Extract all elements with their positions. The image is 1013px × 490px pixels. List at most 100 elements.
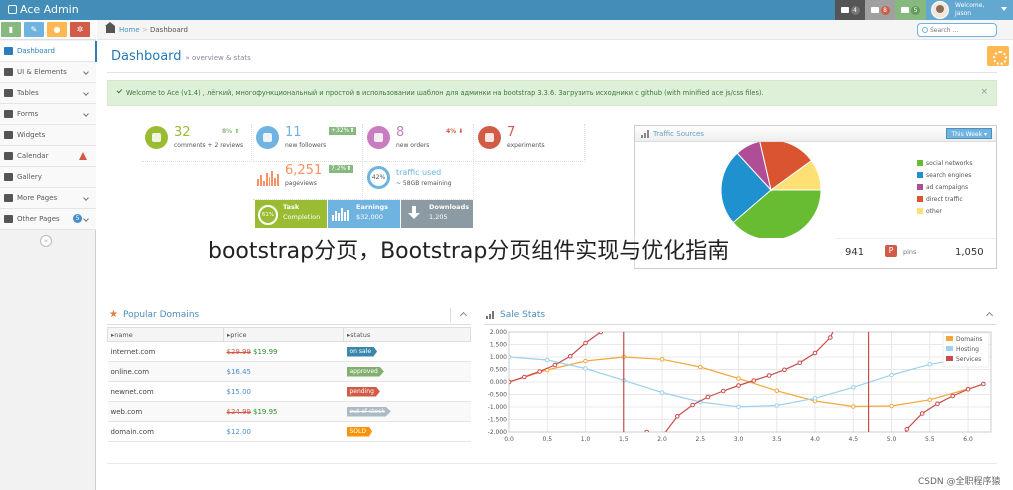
sidebar-item-more-pages[interactable]: More Pages: [0, 188, 96, 209]
sidebar-item-tables[interactable]: Tables: [0, 83, 96, 104]
data-point-domains[interactable]: [659, 356, 665, 362]
data-point-hosting[interactable]: [850, 384, 856, 390]
data-point-domains[interactable]: [736, 376, 741, 381]
data-point-services[interactable]: [782, 367, 787, 373]
widget-title: Popular Domains: [123, 310, 200, 320]
data-point-services[interactable]: [552, 362, 558, 368]
data-point-services[interactable]: [904, 426, 910, 432]
x-tick-label: 4.5: [849, 436, 859, 443]
column-header-price[interactable]: ▸price: [223, 327, 344, 342]
data-point-services[interactable]: [567, 353, 573, 359]
sale-stats-chart: 2.000 1.500 1.000 0.500 0.000 -0.500 -1.000 -1.…: [488, 329, 992, 443]
data-point-services[interactable]: [583, 340, 588, 346]
data-point-domains[interactable]: [889, 403, 894, 409]
price: $19.95: [253, 407, 278, 416]
page-subtitle: » overview & stats: [185, 54, 251, 62]
domain-price: $12.00: [223, 421, 344, 442]
data-point-domains[interactable]: [697, 364, 703, 370]
infobox-value: traffic used: [396, 168, 442, 177]
chevron-up-icon[interactable]: [459, 311, 468, 320]
data-point-hosting[interactable]: [583, 366, 588, 371]
x-tick-label: 6.0: [963, 436, 973, 443]
data-point-services[interactable]: [598, 330, 604, 335]
infobox-value: 11: [285, 125, 302, 140]
legend-swatch: [917, 196, 923, 202]
domain-name: domain.com: [107, 421, 224, 442]
alert-prefix: Welcome to Ace: [126, 89, 182, 97]
sidebar-item-gallery[interactable]: Gallery: [0, 167, 96, 188]
settings-button[interactable]: [987, 46, 1009, 66]
data-point-hosting[interactable]: [736, 404, 741, 410]
user-info: Welcome, Jason: [955, 2, 984, 18]
table-header-row: ▸name ▸price ▸status: [107, 327, 471, 342]
search-input[interactable]: [930, 25, 994, 35]
legend-swatch: [917, 208, 923, 214]
y-tick-label: -0.500: [488, 392, 508, 399]
sparkline-chart: [257, 170, 279, 186]
data-point-services[interactable]: [720, 388, 726, 394]
breadcrumb-home-link[interactable]: Home: [119, 25, 140, 35]
messages-button[interactable]: 5: [895, 0, 926, 20]
cogs-shortcut-button[interactable]: ✲: [70, 22, 90, 37]
sidebar-item-label: UI & Elements: [17, 68, 67, 76]
data-point-domains[interactable]: [927, 397, 933, 403]
close-icon[interactable]: ×: [980, 87, 988, 97]
data-point-domains[interactable]: [850, 404, 856, 409]
x-tick-label: 2.0: [657, 436, 667, 443]
period-dropdown[interactable]: This Week ▾: [946, 128, 992, 139]
sidebar-item-dashboard[interactable]: Dashboard: [0, 41, 97, 62]
sidebar-item-widgets[interactable]: Widgets: [0, 125, 96, 146]
stat-text: 4%: [446, 128, 457, 135]
dark-box-value: 1,205: [429, 213, 448, 221]
sidebar-item-forms[interactable]: Forms: [0, 104, 96, 125]
sidebar-item-other-pages[interactable]: Other Pages 5: [0, 209, 96, 230]
data-point-services[interactable]: [522, 374, 527, 380]
users-shortcut-button[interactable]: ●: [47, 22, 67, 37]
data-point-domains[interactable]: [774, 388, 780, 394]
data-point-services[interactable]: [828, 335, 833, 340]
sidebar-item-calendar[interactable]: Calendar: [0, 146, 96, 167]
data-point-services[interactable]: [751, 378, 757, 383]
data-point-services[interactable]: [919, 411, 925, 416]
data-point-services[interactable]: [766, 373, 772, 378]
data-point-services[interactable]: [537, 369, 542, 374]
github-link[interactable]: github: [641, 89, 662, 97]
data-point-services[interactable]: [965, 386, 971, 392]
data-point-hosting[interactable]: [659, 390, 665, 395]
data-point-hosting[interactable]: [927, 361, 933, 367]
data-point-domains[interactable]: [583, 358, 588, 364]
notifications-button[interactable]: 8: [865, 0, 895, 20]
column-header-name[interactable]: ▸name: [107, 327, 224, 342]
sidebar-collapse-button[interactable]: «: [40, 235, 52, 247]
data-point-services[interactable]: [797, 360, 803, 366]
data-point-services[interactable]: [736, 383, 741, 388]
data-point-services[interactable]: [644, 429, 650, 434]
sidebar-item-label: Gallery: [17, 173, 42, 181]
user-menu[interactable]: Welcome, Jason: [926, 0, 1013, 20]
sidebar-item-ui-elements[interactable]: UI & Elements: [0, 62, 96, 83]
column-header-status[interactable]: ▸status: [343, 327, 471, 342]
data-point-hosting[interactable]: [544, 357, 550, 363]
legend-ad-campaigns: ad campaigns: [917, 184, 968, 192]
brand[interactable]: Ace Admin: [8, 2, 79, 18]
y-tick-label: 0.500: [490, 367, 507, 374]
data-point-hosting[interactable]: [812, 395, 818, 401]
arrow-down-icon: ⬇: [456, 128, 464, 135]
pencil-shortcut-button[interactable]: ✎: [24, 22, 44, 37]
data-point-services[interactable]: [935, 401, 940, 407]
data-point-services[interactable]: [812, 350, 818, 356]
chevron-up-icon[interactable]: [985, 311, 994, 320]
signal-shortcut-button[interactable]: ▮: [1, 22, 21, 37]
infobox-label: experiments: [507, 142, 545, 149]
tasks-button[interactable]: 4: [835, 0, 865, 20]
data-point-services[interactable]: [981, 381, 986, 387]
data-point-services[interactable]: [690, 402, 695, 408]
file-icon: [4, 215, 13, 223]
data-point-services[interactable]: [675, 413, 680, 419]
data-point-hosting[interactable]: [774, 403, 780, 408]
data-point-services[interactable]: [507, 379, 512, 385]
data-point-hosting[interactable]: [889, 372, 894, 378]
data-point-services[interactable]: [705, 394, 711, 400]
data-point-services[interactable]: [950, 393, 956, 399]
data-point-hosting[interactable]: [507, 354, 512, 360]
